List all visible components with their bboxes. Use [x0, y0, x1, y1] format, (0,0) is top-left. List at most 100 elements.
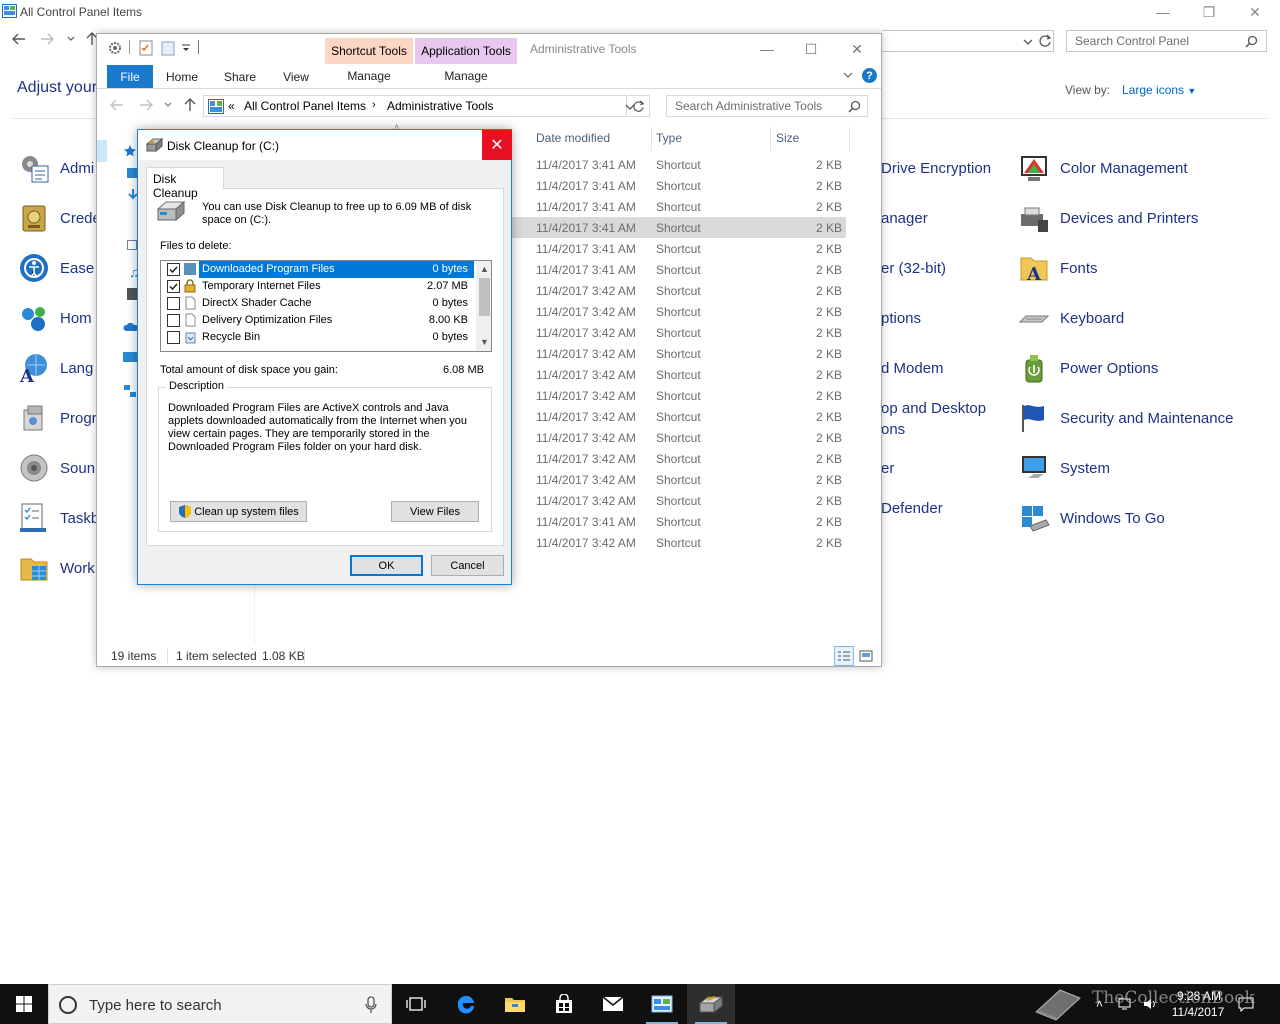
nav-videos-icon[interactable]	[127, 288, 137, 300]
ok-button[interactable]: OK	[350, 555, 423, 576]
cancel-button[interactable]: Cancel	[431, 555, 504, 576]
breadcrumb-overflow[interactable]: «	[228, 99, 235, 113]
start-button[interactable]	[0, 984, 48, 1024]
cp-item-device-manager[interactable]: anager	[881, 210, 928, 227]
cleanup-list-item[interactable]: Delivery Optimization Files 8.00 KB	[161, 312, 474, 329]
file-row[interactable]: 11/4/2017 3:41 AM Shortcut 2 KB	[512, 217, 846, 238]
details-view-button[interactable]	[834, 646, 854, 666]
search-icon[interactable]	[1245, 35, 1258, 48]
cp-item-taskbar[interactable]: Taskb	[18, 498, 99, 538]
taskbar-mail-button[interactable]	[589, 984, 637, 1024]
cp-item-windows-defender[interactable]: Defender	[881, 500, 943, 517]
cp-recent-chevron-icon[interactable]	[66, 34, 76, 44]
cp-item-internet-options[interactable]: ptions	[881, 310, 921, 327]
cleanup-item-row-label[interactable]: Temporary Internet Files 2.07 MB	[199, 278, 474, 295]
file-row[interactable]: 11/4/2017 3:42 AM Shortcut 2 KB	[512, 490, 846, 511]
cp-refresh-icon[interactable]	[1038, 34, 1052, 48]
cp-item-security-maintenance[interactable]: Security and Maintenance	[1018, 398, 1233, 438]
taskbar-store-button[interactable]	[540, 984, 588, 1024]
cp-address-dropdown-icon[interactable]	[1022, 36, 1034, 48]
cp-item-windows-to-go[interactable]: Windows To Go	[1018, 498, 1165, 538]
cp-item-work-folders[interactable]: Work	[18, 548, 95, 588]
file-row[interactable]: 11/4/2017 3:42 AM Shortcut 2 KB	[512, 301, 846, 322]
cp-item-ease-of-access[interactable]: Ease	[18, 248, 94, 288]
cp-item-phone-modem[interactable]: d Modem	[881, 360, 944, 377]
explorer-maximize-button[interactable]: ☐	[789, 36, 833, 62]
cp-item-bitlocker[interactable]: Drive Encryption	[881, 160, 991, 177]
taskbar-control-panel-button[interactable]	[638, 984, 686, 1024]
cp-forward-arrow-icon[interactable]	[40, 32, 54, 46]
file-row[interactable]: 11/4/2017 3:41 AM Shortcut 2 KB	[512, 196, 846, 217]
tab-share[interactable]: Share	[217, 66, 263, 88]
nav-this-pc-icon[interactable]	[123, 352, 137, 362]
cp-item-troubleshooting[interactable]: er	[881, 460, 894, 477]
breadcrumb-administrative-tools[interactable]: Administrative Tools	[387, 99, 494, 113]
explorer-search-input[interactable]: Search Administrative Tools	[666, 95, 868, 117]
qat-customize-icon[interactable]	[181, 44, 191, 54]
cleanup-list-item[interactable]: Downloaded Program Files 0 bytes	[161, 261, 474, 278]
cp-item-remoteapp[interactable]: op and Desktop	[881, 400, 986, 417]
explorer-back-arrow-icon[interactable]	[110, 98, 124, 112]
cleanup-item-checkbox[interactable]	[167, 297, 180, 310]
cp-item-color-management[interactable]: Color Management	[1018, 148, 1188, 188]
files-to-delete-list[interactable]: Downloaded Program Files 0 bytes Temporary…	[160, 260, 492, 352]
cp-item-homegroup[interactable]: Hom	[18, 298, 92, 338]
cleanup-list-item[interactable]: Temporary Internet Files 2.07 MB	[161, 278, 474, 295]
taskbar-search-box[interactable]: Type here to search	[48, 984, 392, 1024]
nav-pictures-icon[interactable]	[127, 240, 137, 250]
column-date-modified[interactable]: Date modified	[536, 131, 610, 145]
file-row[interactable]: 11/4/2017 3:42 AM Shortcut 2 KB	[512, 427, 846, 448]
cleanup-item-checkbox[interactable]	[167, 263, 180, 276]
breadcrumb-all-control-panel-items[interactable]: All Control Panel Items	[244, 99, 366, 113]
cp-item-devices-printers[interactable]: Devices and Printers	[1018, 198, 1198, 238]
properties-gear-icon[interactable]	[107, 40, 123, 56]
explorer-refresh-button[interactable]	[628, 95, 650, 117]
cp-item-administrative-tools[interactable]: Admi	[18, 148, 94, 188]
cleanup-list-item[interactable]: DirectX Shader Cache 0 bytes	[161, 295, 474, 312]
cp-minimize-button[interactable]: —	[1140, 0, 1186, 24]
file-row[interactable]: 11/4/2017 3:42 AM Shortcut 2 KB	[512, 469, 846, 490]
column-type[interactable]: Type	[656, 131, 682, 145]
dialog-close-button[interactable]: ✕	[482, 130, 512, 160]
explorer-minimize-button[interactable]: —	[745, 36, 789, 62]
cleanup-list-item[interactable]: Recycle Bin 0 bytes	[161, 329, 474, 346]
file-row[interactable]: 11/4/2017 3:42 AM Shortcut 2 KB	[512, 385, 846, 406]
column-size[interactable]: Size	[776, 131, 799, 145]
tab-file[interactable]: File	[107, 65, 153, 89]
search-icon[interactable]	[848, 100, 861, 113]
explorer-close-button[interactable]: ✕	[835, 36, 879, 62]
file-row[interactable]: 11/4/2017 3:42 AM Shortcut 2 KB	[512, 532, 846, 553]
list-scrollbar[interactable]: ▲ ▼	[476, 261, 491, 351]
nav-network-icon[interactable]	[123, 384, 137, 398]
cp-restore-button[interactable]: ❐	[1186, 0, 1232, 24]
taskbar-file-explorer-button[interactable]	[491, 984, 539, 1024]
scroll-down-arrow-icon[interactable]: ▼	[480, 337, 489, 347]
tab-view[interactable]: View	[273, 66, 319, 88]
microphone-icon[interactable]	[365, 996, 377, 1014]
tab-home[interactable]: Home	[159, 66, 205, 88]
file-row[interactable]: 11/4/2017 3:41 AM Shortcut 2 KB	[512, 175, 846, 196]
cleanup-item-row-label[interactable]: Recycle Bin 0 bytes	[199, 329, 474, 346]
explorer-recent-chevron-icon[interactable]	[163, 100, 173, 110]
task-view-button[interactable]	[392, 984, 440, 1024]
file-row[interactable]: 11/4/2017 3:41 AM Shortcut 2 KB	[512, 259, 846, 280]
cp-back-arrow-icon[interactable]	[12, 32, 26, 46]
cp-item-sound[interactable]: Soun	[18, 448, 95, 488]
file-row[interactable]: 11/4/2017 3:42 AM Shortcut 2 KB	[512, 406, 846, 427]
scrollbar-thumb[interactable]	[479, 278, 490, 316]
view-files-button[interactable]: View Files	[391, 501, 479, 522]
cp-address-bar[interactable]	[882, 30, 1054, 52]
cleanup-item-row-label[interactable]: DirectX Shader Cache 0 bytes	[199, 295, 474, 312]
file-row[interactable]: 11/4/2017 3:42 AM Shortcut 2 KB	[512, 448, 846, 469]
cleanup-item-row-label[interactable]: Downloaded Program Files 0 bytes	[199, 261, 474, 278]
cp-item-language[interactable]: A Lang	[18, 348, 93, 388]
cleanup-item-row-label[interactable]: Delivery Optimization Files 8.00 KB	[199, 312, 474, 329]
properties-checklist-icon[interactable]	[139, 40, 153, 56]
file-row[interactable]: 11/4/2017 3:41 AM Shortcut 2 KB	[512, 511, 846, 532]
file-row[interactable]: 11/4/2017 3:41 AM Shortcut 2 KB	[512, 238, 846, 259]
tab-disk-cleanup[interactable]: Disk Cleanup	[146, 167, 224, 200]
ribbon-expand-chevron-icon[interactable]	[842, 70, 854, 80]
cp-item-system[interactable]: System	[1018, 448, 1110, 488]
cleanup-item-checkbox[interactable]	[167, 280, 180, 293]
file-row[interactable]: 11/4/2017 3:42 AM Shortcut 2 KB	[512, 343, 846, 364]
